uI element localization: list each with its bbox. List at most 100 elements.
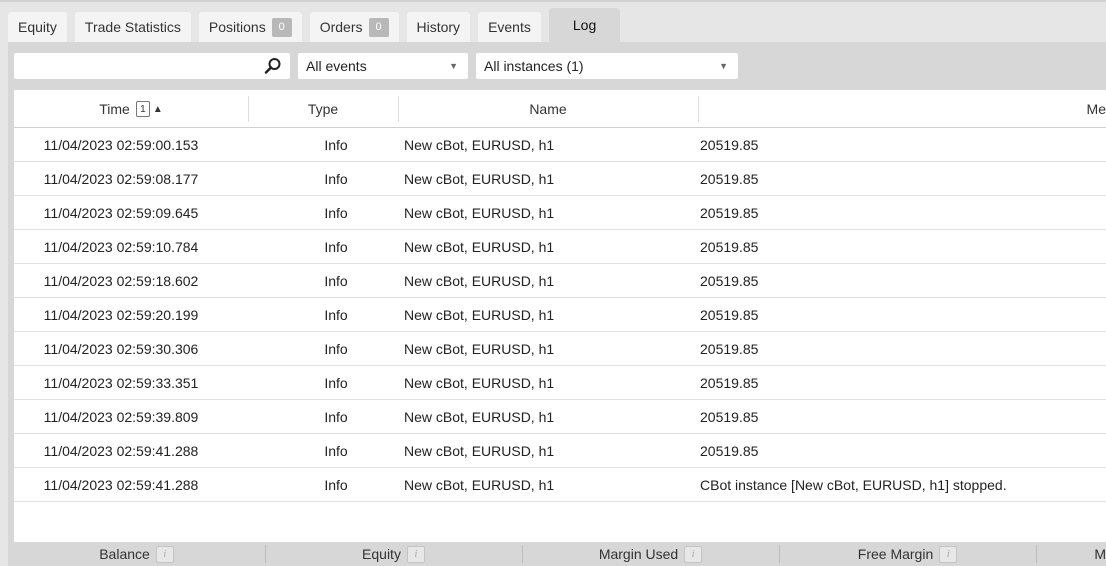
instances-filter-value: All instances (1) — [484, 58, 584, 74]
search-input[interactable] — [14, 53, 254, 79]
time-cell: 11/04/2023 02:59:10.784 — [43, 238, 199, 255]
type-cell: Info — [324, 136, 348, 153]
name-cell: New cBot, EURUSD, h1 — [404, 272, 555, 289]
table-row[interactable]: 11/04/2023 02:59:33.351 Info New cBot, EUR… — [14, 366, 1106, 400]
info-icon[interactable]: i — [939, 545, 958, 563]
name-cell: New cBot, EURUSD, h1 — [404, 442, 555, 459]
table-row[interactable]: 11/04/2023 02:59:39.809 Info New cBot, EUR… — [14, 400, 1106, 434]
chevron-down-icon: ▼ — [449, 61, 458, 71]
time-cell: 11/04/2023 02:59:00.153 — [43, 136, 199, 153]
name-cell: New cBot, EURUSD, h1 — [404, 374, 555, 391]
column-header-name[interactable]: Name — [398, 90, 698, 128]
message-cell: 20519.85 — [700, 306, 759, 323]
message-cell: 20519.85 — [700, 272, 759, 289]
column-header-message[interactable]: Me — [698, 90, 1106, 128]
table-row[interactable]: 11/04/2023 02:59:10.784 Info New cBot, EUR… — [14, 230, 1106, 264]
table-row[interactable]: 11/04/2023 02:59:08.177 Info New cBot, EUR… — [14, 162, 1106, 196]
table-row[interactable]: 11/04/2023 02:59:41.288 Info New cBot, EUR… — [14, 434, 1106, 468]
type-cell: Info — [324, 442, 348, 459]
type-cell: Info — [324, 238, 348, 255]
table-header: Time 1 ▲ Type Name Me — [14, 90, 1106, 128]
equity-cell: Equity i — [265, 542, 522, 566]
events-filter-value: All events — [306, 58, 367, 74]
type-cell: Info — [324, 170, 348, 187]
tab-label: Events — [488, 19, 531, 35]
table-row[interactable]: 11/04/2023 02:59:20.199 Info New cBot, EUR… — [14, 298, 1106, 332]
events-filter-select[interactable]: All events ▼ — [298, 53, 468, 79]
message-cell: CBot instance [New cBot, EURUSD, h1] sto… — [700, 476, 1007, 493]
message-cell: 20519.85 — [700, 442, 759, 459]
truncated-summary-cell: M — [1036, 542, 1106, 566]
search-icon[interactable] — [264, 57, 282, 75]
table-row[interactable]: 11/04/2023 02:59:18.602 Info New cBot, EUR… — [14, 264, 1106, 298]
name-cell: New cBot, EURUSD, h1 — [404, 476, 555, 493]
free-margin-label: Free Margin — [857, 546, 934, 562]
time-cell: 11/04/2023 02:59:33.351 — [43, 374, 199, 391]
type-cell: Info — [324, 306, 348, 323]
margin-used-label: Margin Used — [598, 546, 679, 562]
table-row[interactable]: 11/04/2023 02:59:41.288 Info New cBot, EUR… — [14, 468, 1106, 502]
tab-label: Positions — [208, 19, 266, 35]
time-cell: 11/04/2023 02:59:30.306 — [43, 340, 199, 357]
tab-events[interactable]: Events — [478, 12, 541, 42]
info-icon[interactable]: i — [155, 545, 174, 563]
name-cell: New cBot, EURUSD, h1 — [404, 170, 555, 187]
time-cell: 11/04/2023 02:59:18.602 — [43, 272, 199, 289]
account-summary-bar: Balance i Equity i Margin Used i Free Ma… — [8, 542, 1106, 566]
balance-cell: Balance i — [8, 542, 265, 566]
tab-trade-statistics[interactable]: Trade Statistics — [74, 12, 191, 42]
time-cell: 11/04/2023 02:59:39.809 — [43, 408, 199, 425]
time-cell: 11/04/2023 02:59:41.288 — [43, 442, 199, 459]
sort-order-badge: 1 — [135, 101, 150, 117]
tab-label: Orders — [319, 19, 363, 35]
time-cell: 11/04/2023 02:59:08.177 — [43, 170, 199, 187]
message-cell: 20519.85 — [700, 136, 759, 153]
message-cell: 20519.85 — [700, 238, 759, 255]
table-body: 11/04/2023 02:59:00.153 Info New cBot, EUR… — [14, 128, 1106, 502]
tab-label: History — [416, 19, 461, 35]
info-icon[interactable]: i — [684, 545, 703, 563]
info-icon[interactable]: i — [406, 545, 425, 563]
column-label: Type — [307, 101, 339, 117]
table-row[interactable]: 11/04/2023 02:59:30.306 Info New cBot, EUR… — [14, 332, 1106, 366]
name-cell: New cBot, EURUSD, h1 — [404, 408, 555, 425]
free-margin-cell: Free Margin i — [779, 542, 1036, 566]
positions-count-badge: 0 — [271, 17, 292, 37]
name-cell: New cBot, EURUSD, h1 — [404, 340, 555, 357]
column-label: Name — [529, 101, 567, 117]
name-cell: New cBot, EURUSD, h1 — [404, 306, 555, 323]
tab-label: Log — [572, 17, 597, 33]
type-cell: Info — [324, 374, 348, 391]
type-cell: Info — [324, 408, 348, 425]
tab-equity[interactable]: Equity — [8, 12, 67, 42]
top-divider — [0, 0, 1106, 2]
sort-ascending-icon: ▲ — [152, 103, 163, 115]
margin-used-cell: Margin Used i — [522, 542, 779, 566]
tab-log[interactable]: Log — [548, 8, 621, 42]
name-cell: New cBot, EURUSD, h1 — [404, 136, 555, 153]
type-cell: Info — [324, 476, 348, 493]
instances-filter-select[interactable]: All instances (1) ▼ — [476, 53, 738, 79]
message-cell: 20519.85 — [700, 170, 759, 187]
filter-bar: All events ▼ All instances (1) ▼ — [8, 42, 1106, 90]
time-cell: 11/04/2023 02:59:41.288 — [43, 476, 199, 493]
table-row[interactable]: 11/04/2023 02:59:09.645 Info New cBot, EUR… — [14, 196, 1106, 230]
time-cell: 11/04/2023 02:59:09.645 — [43, 204, 199, 221]
column-header-time[interactable]: Time 1 ▲ — [14, 90, 248, 128]
tab-bar: Equity Trade Statistics Positions 0 Order… — [0, 8, 1106, 42]
name-cell: New cBot, EURUSD, h1 — [404, 238, 555, 255]
name-cell: New cBot, EURUSD, h1 — [404, 204, 555, 221]
column-label: Me — [1086, 101, 1106, 117]
message-cell: 20519.85 — [700, 408, 759, 425]
type-cell: Info — [324, 204, 348, 221]
type-cell: Info — [324, 272, 348, 289]
table-row[interactable]: 11/04/2023 02:59:00.153 Info New cBot, EUR… — [14, 128, 1106, 162]
equity-label: Equity — [362, 546, 401, 562]
tab-orders[interactable]: Orders 0 — [309, 12, 399, 42]
message-cell: 20519.85 — [700, 374, 759, 391]
column-header-type[interactable]: Type — [248, 90, 398, 128]
type-cell: Info — [324, 340, 348, 357]
tab-history[interactable]: History — [406, 12, 471, 42]
tab-positions[interactable]: Positions 0 — [198, 12, 302, 42]
orders-count-badge: 0 — [368, 17, 389, 37]
